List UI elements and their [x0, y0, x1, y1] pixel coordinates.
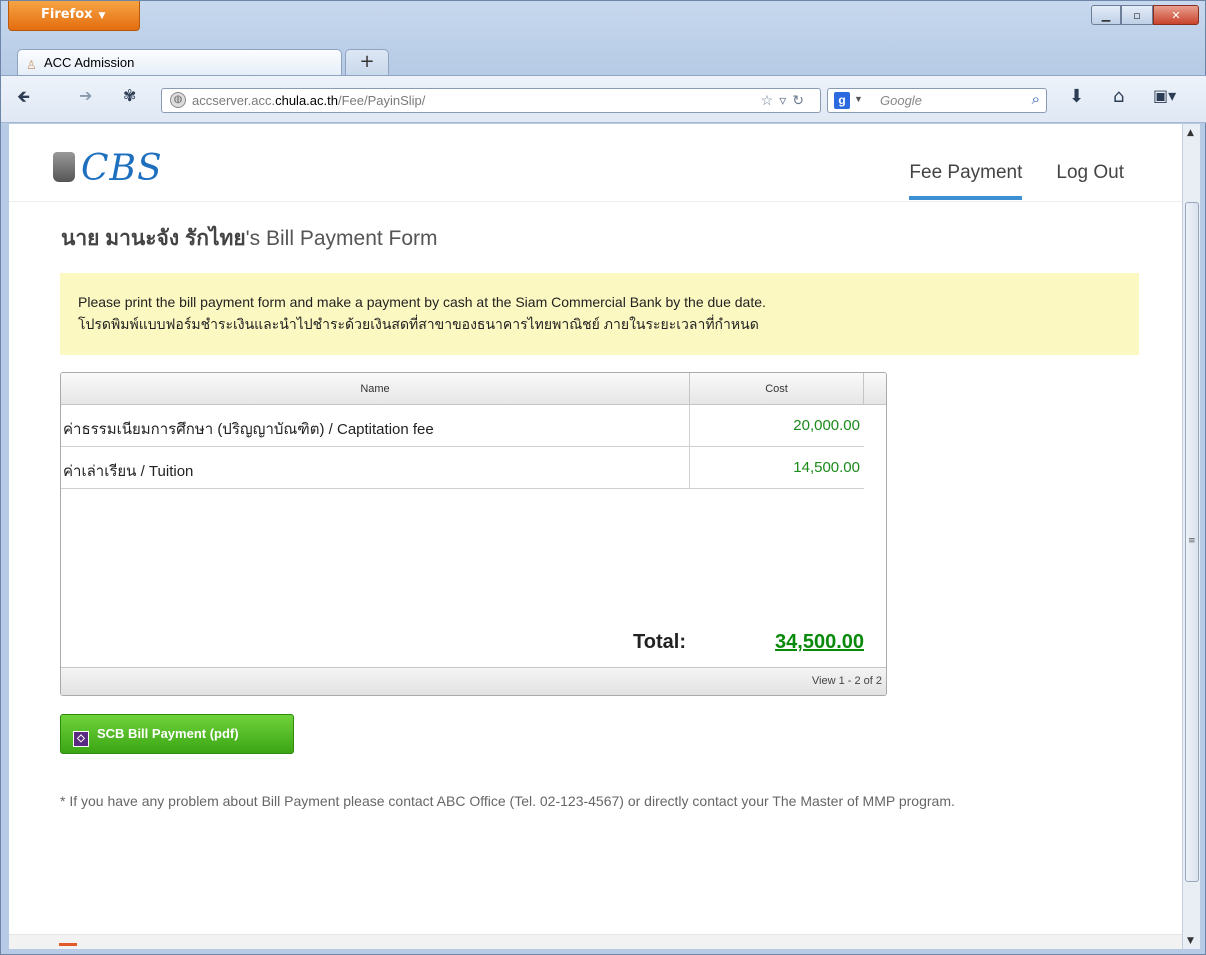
addon-icon[interactable]: ✾: [123, 86, 136, 105]
maximize-icon: ▫: [1133, 8, 1141, 22]
minimize-icon: ▁: [1101, 8, 1111, 22]
fee-name-cell: ค่าธรรมเนียมการศึกษา (ปริญญาบัณฑิต) / Ca…: [61, 405, 690, 446]
firefox-menu-label: Firefox: [41, 7, 93, 22]
tab-acc-admission[interactable]: ♙ ACC Admission: [17, 49, 342, 75]
tab-strip: ♙ ACC Admission +: [1, 49, 1206, 75]
google-icon[interactable]: g: [834, 92, 850, 109]
notice-thai: โปรดพิมพ์แบบฟอร์มชำระเงินและนำไปชำระด้วย…: [78, 316, 759, 332]
bookmarks-menu-icon[interactable]: ▣▾: [1153, 86, 1176, 105]
table-pager: View 1 - 2 of 2: [61, 667, 886, 695]
browser-window: Firefox ▼ ▁ ▫ ✕ ♙ ACC Admission + 🡸 ➔ ✾ ◍ …: [0, 0, 1206, 955]
total-label: Total:: [633, 631, 686, 653]
title-bar: Firefox ▼ ▁ ▫ ✕: [1, 1, 1206, 41]
firefox-menu-button[interactable]: Firefox ▼: [8, 1, 140, 31]
search-icon[interactable]: ⌕: [1032, 91, 1040, 108]
column-header-name[interactable]: Name: [61, 373, 690, 404]
tab-title: ACC Admission: [44, 55, 135, 70]
window-controls: ▁ ▫ ✕: [1091, 5, 1199, 25]
site-header: CBS Fee Payment Log Out: [9, 124, 1182, 202]
fee-cost-cell: 14,500.00: [793, 459, 860, 476]
plus-icon: +: [359, 51, 375, 72]
close-icon: ✕: [1171, 8, 1181, 22]
table-header: Name Cost: [61, 373, 886, 405]
total-row: Total: 34,500.00: [61, 631, 864, 661]
vertical-scrollbar[interactable]: ▲ ≡ ▼: [1182, 124, 1200, 949]
table-row[interactable]: ค่าธรรมเนียมการศึกษา (ปริญญาบัณฑิต) / Ca…: [61, 405, 864, 447]
tab-favicon-icon: ♙: [26, 58, 37, 72]
back-icon[interactable]: 🡸: [17, 86, 30, 113]
scroll-down-icon[interactable]: ▼: [1187, 936, 1194, 946]
fee-cost-cell: 20,000.00: [793, 417, 860, 434]
column-header-cost[interactable]: Cost: [690, 373, 864, 404]
title-suffix: 's Bill Payment Form: [245, 227, 438, 250]
emblem-icon: [53, 152, 75, 182]
close-window-button[interactable]: ✕: [1153, 5, 1199, 25]
total-value: 34,500.00: [775, 631, 864, 653]
footer-marker: [59, 943, 77, 946]
globe-icon: ◍: [170, 92, 186, 108]
bookmark-star-icon[interactable]: ☆: [761, 92, 780, 108]
owner-name: นาย มานะจัง รักไทย: [61, 227, 246, 250]
minimize-button[interactable]: ▁: [1091, 5, 1121, 25]
fee-name-cell: ค่าเล่าเรียน / Tuition: [61, 447, 690, 488]
help-text: * If you have any problem about Bill Pay…: [60, 793, 955, 809]
reload-icon[interactable]: ↻: [792, 92, 810, 108]
download-icon[interactable]: ⬇: [1069, 86, 1084, 107]
url-actions: ☆▿↻: [761, 92, 810, 109]
page-footer-strip: [9, 934, 1182, 949]
scb-bill-payment-button[interactable]: ◇ SCB Bill Payment (pdf): [60, 714, 294, 754]
navigation-toolbar: 🡸 ➔ ✾ ◍ accserver.acc.chula.ac.th/Fee/Pa…: [1, 75, 1206, 123]
search-placeholder: Google: [880, 93, 922, 108]
scroll-up-icon[interactable]: ▲: [1187, 128, 1194, 138]
url-path: /Fee/PayinSlip/: [337, 93, 426, 108]
logo-text: CBS: [81, 148, 163, 189]
search-input[interactable]: g ▼ Google ⌕: [827, 88, 1047, 113]
nav-log-out[interactable]: Log Out: [1056, 162, 1124, 200]
chevron-down-icon: ▼: [854, 94, 863, 104]
fee-table: Name Cost ค่าธรรมเนียมการศึกษา (ปริญญาบั…: [60, 372, 887, 696]
site-logo[interactable]: CBS: [53, 148, 163, 189]
notice-english: Please print the bill payment form and m…: [78, 294, 766, 310]
maximize-button[interactable]: ▫: [1121, 5, 1153, 25]
page-viewport: CBS Fee Payment Log Out นาย มานะจัง รักไ…: [9, 124, 1182, 949]
history-dropdown-icon[interactable]: ▿: [779, 92, 792, 108]
scroll-grip-icon: ≡: [1188, 536, 1196, 546]
notice-box: Please print the bill payment form and m…: [60, 273, 1139, 355]
chevron-down-icon: ▼: [98, 11, 106, 21]
table-row[interactable]: ค่าเล่าเรียน / Tuition 14,500.00: [61, 447, 864, 489]
pay-button-label: SCB Bill Payment (pdf): [97, 726, 239, 741]
new-tab-button[interactable]: +: [345, 49, 389, 75]
forward-icon[interactable]: ➔: [79, 86, 92, 105]
scb-logo-icon: ◇: [73, 731, 89, 747]
url-host: chula.ac.th: [275, 93, 338, 108]
top-navigation: Fee Payment Log Out: [909, 162, 1124, 200]
nav-fee-payment[interactable]: Fee Payment: [909, 162, 1023, 200]
home-icon[interactable]: ⌂: [1113, 86, 1124, 107]
url-prefix: accserver.acc.: [192, 93, 276, 108]
url-bar[interactable]: ◍ accserver.acc.chula.ac.th/Fee/PayinSli…: [161, 88, 821, 113]
page-title: นาย มานะจัง รักไทย's Bill Payment Form: [61, 222, 438, 255]
